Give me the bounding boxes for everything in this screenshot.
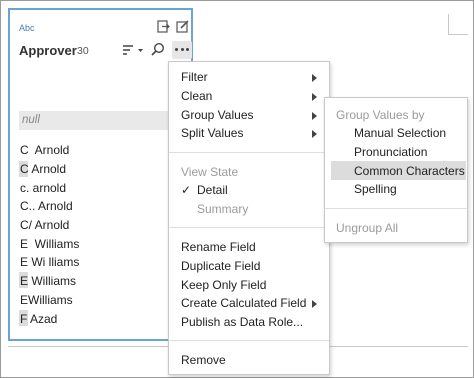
menu-item-clean[interactable]: Clean <box>181 89 212 103</box>
group-values-submenu: Group Values by Manual Selection Pronunc… <box>324 97 468 243</box>
list-item[interactable]: F Azad <box>20 312 57 326</box>
distinct-value-count: 30 <box>77 45 89 57</box>
field-context-menu: Filter Clean Group Values Split Values V… <box>168 61 330 375</box>
menu-item-keep-only-field[interactable]: Keep Only Field <box>181 278 266 292</box>
list-item[interactable]: E Wi lliams <box>20 255 79 269</box>
submenu-item-pronunciation[interactable]: Pronunciation <box>354 145 427 159</box>
list-item[interactable]: C.. Arnold <box>20 199 73 213</box>
field-profile-card[interactable]: Abc Approver 30 null C Arnold C Arnold c… <box>8 8 193 351</box>
chevron-right-icon <box>312 74 317 82</box>
view-state-heading: View State <box>181 165 239 179</box>
chevron-right-icon <box>312 93 317 101</box>
more-options-icon[interactable] <box>172 41 192 59</box>
background-divider <box>448 14 449 34</box>
null-value-row[interactable]: null <box>19 111 177 130</box>
menu-item-detail[interactable]: Detail <box>197 183 228 197</box>
chevron-right-icon <box>312 130 317 138</box>
list-item[interactable]: EWilliams <box>20 293 73 307</box>
list-item[interactable]: c. arnold <box>20 181 66 195</box>
null-value-label: null <box>22 114 40 126</box>
list-item[interactable]: C Arnold <box>20 162 66 176</box>
menu-item-create-calculated-field[interactable]: Create Calculated Field <box>181 296 306 310</box>
submenu-item-common-characters[interactable]: Common Characters <box>354 164 465 178</box>
edit-icon[interactable] <box>176 20 189 33</box>
menu-item-summary: Summary <box>197 202 249 216</box>
submenu-item-spelling[interactable]: Spelling <box>354 182 397 196</box>
search-icon[interactable] <box>151 42 165 56</box>
list-item[interactable]: C/ Arnold <box>20 218 69 232</box>
submenu-item-manual-selection[interactable]: Manual Selection <box>354 126 446 140</box>
menu-item-group-values[interactable]: Group Values <box>181 108 254 122</box>
submenu-item-ungroup-all: Ungroup All <box>336 221 399 235</box>
chevron-right-icon <box>312 300 317 308</box>
menu-item-rename-field[interactable]: Rename Field <box>181 240 256 254</box>
menu-divider <box>169 227 329 228</box>
background-divider <box>448 34 468 35</box>
checkmark-icon: ✓ <box>181 183 192 197</box>
sort-icon[interactable] <box>122 44 144 56</box>
list-item[interactable]: C Arnold <box>20 143 69 157</box>
data-type-label[interactable]: Abc <box>19 23 35 33</box>
menu-item-split-values[interactable]: Split Values <box>181 126 243 140</box>
list-item[interactable]: E Williams <box>20 274 76 288</box>
menu-item-remove[interactable]: Remove <box>181 353 226 367</box>
chevron-right-icon <box>312 112 317 120</box>
menu-item-duplicate-field[interactable]: Duplicate Field <box>181 259 260 273</box>
menu-item-publish-data-role[interactable]: Publish as Data Role... <box>181 315 303 329</box>
menu-divider <box>325 208 467 209</box>
menu-item-filter[interactable]: Filter <box>181 70 208 84</box>
submenu-heading: Group Values by <box>336 108 425 122</box>
field-name[interactable]: Approver <box>19 43 77 58</box>
list-item[interactable]: E Williams <box>20 237 79 251</box>
export-icon[interactable] <box>157 20 170 33</box>
menu-divider <box>169 152 329 153</box>
menu-divider <box>169 340 329 341</box>
